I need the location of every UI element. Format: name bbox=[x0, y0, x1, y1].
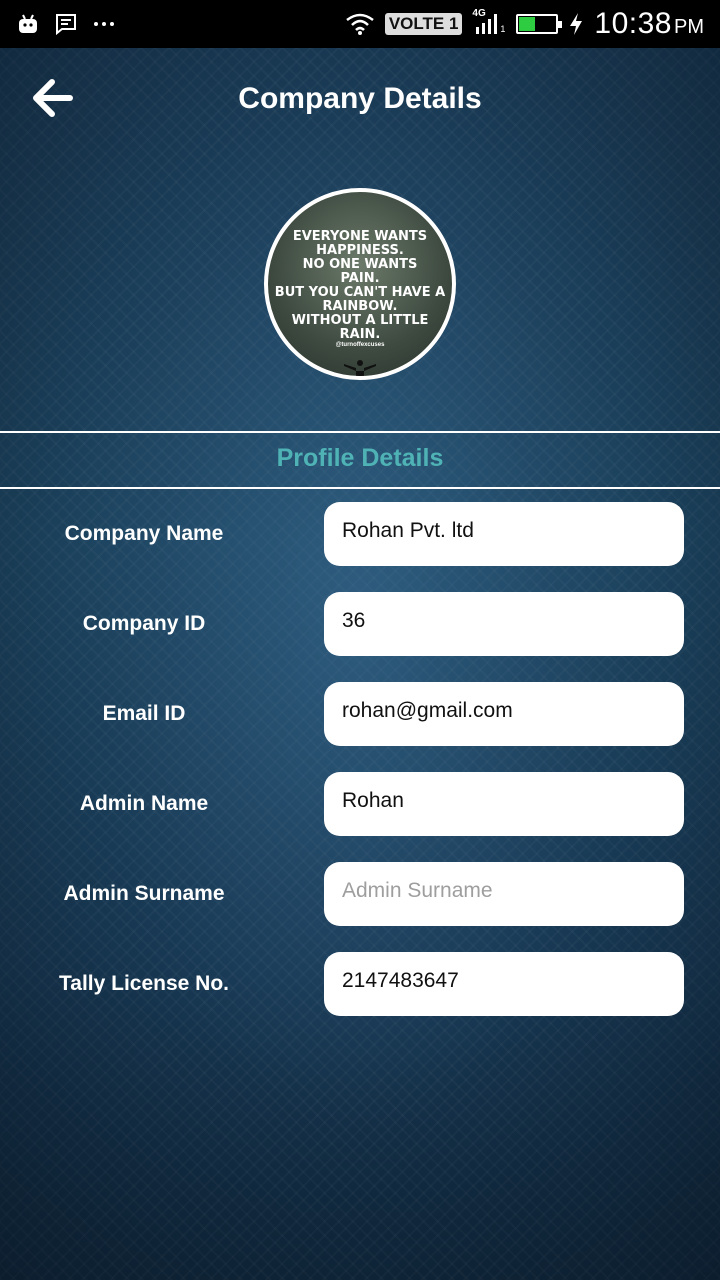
form-row-company-name: Company Name bbox=[0, 502, 720, 566]
company-id-label: Company ID bbox=[82, 612, 206, 635]
admin-surname-field[interactable] bbox=[324, 862, 684, 926]
section-divider-bottom bbox=[0, 487, 720, 489]
form-row-admin-surname: Admin Surname bbox=[0, 862, 720, 926]
admin-name-field[interactable] bbox=[324, 772, 684, 836]
status-clock: 10:38 PM bbox=[594, 7, 704, 41]
app-header: Company Details bbox=[0, 48, 720, 154]
message-icon bbox=[54, 12, 78, 36]
company-name-field[interactable] bbox=[324, 502, 684, 566]
status-bar-left bbox=[16, 0, 116, 48]
android-icon bbox=[16, 12, 40, 36]
email-id-label: Email ID bbox=[102, 702, 186, 725]
avatar-quote-text: EVERYONE WANTS HAPPINESS. NO ONE WANTS P… bbox=[274, 229, 446, 342]
tally-license-label: Tally License No. bbox=[59, 972, 229, 995]
battery-icon bbox=[516, 14, 563, 34]
tally-license-field[interactable] bbox=[324, 952, 684, 1016]
status-bar-right: VOLTE 1 4G 1 10:38 PM bbox=[345, 0, 704, 48]
person-silhouette-icon bbox=[342, 358, 378, 376]
signal-icon: 4G 1 bbox=[472, 8, 506, 38]
email-id-field[interactable] bbox=[324, 682, 684, 746]
form-row-company-id: Company ID bbox=[0, 592, 720, 656]
company-name-label: Company Name bbox=[64, 522, 224, 545]
form-row-admin-name: Admin Name bbox=[0, 772, 720, 836]
sim-slot-label: 1 bbox=[500, 24, 506, 34]
more-dots-icon bbox=[92, 12, 116, 36]
form-row-tally-license: Tally License No. bbox=[0, 952, 720, 1016]
company-id-field[interactable] bbox=[324, 592, 684, 656]
battery-level bbox=[519, 17, 536, 31]
avatar-handle-text: @turnoffexcuses bbox=[335, 342, 385, 348]
volte-badge: VOLTE 1 bbox=[384, 13, 463, 35]
company-avatar[interactable]: EVERYONE WANTS HAPPINESS. NO ONE WANTS P… bbox=[264, 188, 456, 380]
form-row-email-id: Email ID bbox=[0, 682, 720, 746]
section-title: Profile Details bbox=[276, 444, 444, 472]
clock-time: 10:38 bbox=[594, 7, 672, 40]
admin-name-label: Admin Name bbox=[79, 792, 209, 815]
section-divider-top bbox=[0, 431, 720, 433]
admin-surname-label: Admin Surname bbox=[63, 882, 225, 905]
status-bar: VOLTE 1 4G 1 10:38 PM bbox=[0, 0, 720, 48]
page-title: Company Details bbox=[238, 82, 482, 115]
wifi-icon bbox=[345, 12, 375, 36]
clock-ampm: PM bbox=[674, 16, 704, 38]
charging-icon bbox=[568, 12, 584, 36]
